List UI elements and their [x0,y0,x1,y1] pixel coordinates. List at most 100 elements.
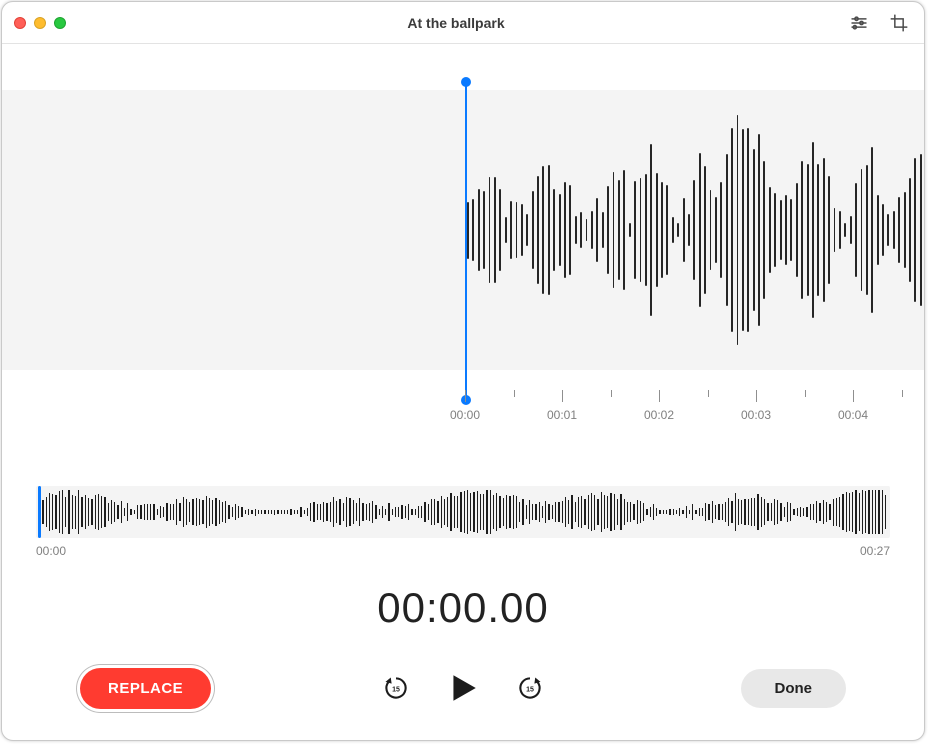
close-window-button[interactable] [14,17,26,29]
overview-bar [545,501,546,524]
overview-bar [584,499,585,525]
overview-bar [513,495,514,529]
overview-bar [91,499,92,525]
overview-bar [558,502,559,522]
overview-bar [859,493,860,530]
overview-bar [59,491,60,532]
overview-bar [708,504,709,521]
overview-bar [323,502,324,522]
overview-bar [490,490,491,534]
overview-bar [780,503,781,521]
playhead-handle-top[interactable] [461,77,471,87]
overview-bar [731,501,732,523]
svg-text:15: 15 [526,687,534,694]
skip-forward-15-button[interactable]: 15 [516,674,544,702]
waveform-bar [817,164,819,296]
waveform-bar [861,169,863,291]
replace-button[interactable]: REPLACE [80,668,211,709]
overview-bar [398,507,399,517]
overview-bar [320,504,321,521]
waveform-bar [850,216,852,244]
overview-bar [597,499,598,526]
overview-bar [682,510,683,514]
overview-bar [170,504,171,520]
waveform-bar [812,142,814,317]
done-button[interactable]: Done [741,669,847,708]
overview-playhead[interactable] [38,486,41,538]
waveform-bar [715,197,717,262]
ruler-tick-major [562,390,563,402]
trim-crop-icon[interactable] [886,10,912,36]
waveform-bar [780,200,782,260]
overview-bar [692,504,693,521]
waveform-bar [618,180,620,280]
overview-bar [75,496,76,529]
overview-bar [754,498,755,527]
settings-sliders-icon[interactable] [846,10,872,36]
overview-bar [411,509,412,515]
overview-bar [493,495,494,530]
overview-bar [519,502,520,522]
overview-bar [787,502,788,521]
overview-bar [695,510,696,515]
overview-bar [251,510,252,514]
waveform-bar [607,186,609,274]
skip-back-15-button[interactable]: 15 [382,674,410,702]
overview-bar [85,495,86,529]
waveform-bar [785,195,787,266]
overview-start-time: 00:00 [36,544,66,558]
overview-bar [160,506,161,517]
overview-bar [555,502,556,523]
overview-waveform[interactable] [36,486,890,538]
overview-bar [503,498,504,526]
overview-bar [852,492,853,532]
overview-time-labels: 00:00 00:27 [36,544,890,558]
ruler-tick-major [756,390,757,402]
ruler-tick-minor [902,390,903,397]
overview-bar [735,493,736,530]
overview-bar [862,490,863,534]
overview-bar [353,500,354,523]
waveform-bar [521,204,523,255]
overview-bar [434,499,435,524]
overview-bar [49,493,50,531]
waveform-bar [688,214,690,246]
overview-bar [738,499,739,526]
overview-bar [842,494,843,530]
overview-bar [255,509,256,516]
overview-bar [55,495,56,529]
main-waveform-area[interactable]: 00:0000:0100:0200:0300:0400 [2,60,924,390]
overview-bar [771,503,772,522]
time-ruler: 00:0000:0100:0200:0300:0400 [465,390,924,438]
play-button[interactable] [446,671,480,705]
waveform-bar [564,182,566,277]
overview-bar [248,509,249,514]
overview-bar [633,504,634,519]
overview-bar [196,498,197,526]
overview-bar [137,505,138,519]
waveform-bar [710,190,712,271]
overview-bar [176,499,177,524]
ruler-label: 00:02 [644,408,674,422]
overview-bar [108,503,109,520]
overview-bar [535,504,536,519]
overview-bar [722,504,723,521]
waveform-bar [747,128,749,332]
main-playhead[interactable] [465,82,467,400]
overview-bar [447,497,448,527]
fullscreen-window-button[interactable] [54,17,66,29]
waveform-bar [720,182,722,277]
waveform-bar [640,178,642,282]
overview-bar [457,496,458,528]
overview-bar [235,504,236,520]
overview-bar [460,492,461,531]
overview-bar [245,510,246,515]
overview-bar [369,503,370,520]
overview-bar [405,506,406,518]
waveform-bar [683,198,685,262]
minimize-window-button[interactable] [34,17,46,29]
overview-bar [431,499,432,525]
overview-bar [718,504,719,520]
overview-bar [470,493,471,532]
overview-bar [98,494,99,531]
